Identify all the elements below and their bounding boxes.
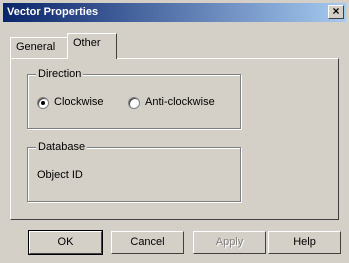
title-bar[interactable]: Vector Properties ×: [3, 3, 346, 22]
anti-clockwise-radio[interactable]: [128, 97, 140, 109]
object-id-label: Object ID: [37, 169, 83, 181]
window-title: Vector Properties: [7, 6, 99, 18]
clockwise-label[interactable]: Clockwise: [54, 96, 104, 108]
radio-selected-dot: [41, 101, 45, 105]
apply-button[interactable]: Apply: [193, 231, 266, 254]
vector-properties-dialog: Vector Properties × General Other Direct…: [0, 0, 349, 263]
help-button[interactable]: Help: [268, 231, 341, 254]
ok-button[interactable]: OK: [28, 230, 103, 255]
direction-group-label: Direction: [36, 68, 84, 80]
anti-clockwise-label[interactable]: Anti-clockwise: [145, 96, 215, 108]
tab-other[interactable]: Other: [67, 33, 117, 59]
tab-general[interactable]: General: [10, 37, 68, 58]
tab-general-label: General: [16, 41, 56, 53]
close-icon: ×: [332, 4, 340, 18]
tab-other-label: Other: [73, 37, 101, 49]
database-group-label: Database: [36, 141, 88, 153]
close-button[interactable]: ×: [328, 4, 344, 19]
cancel-button[interactable]: Cancel: [111, 231, 184, 254]
clockwise-radio[interactable]: [37, 97, 49, 109]
